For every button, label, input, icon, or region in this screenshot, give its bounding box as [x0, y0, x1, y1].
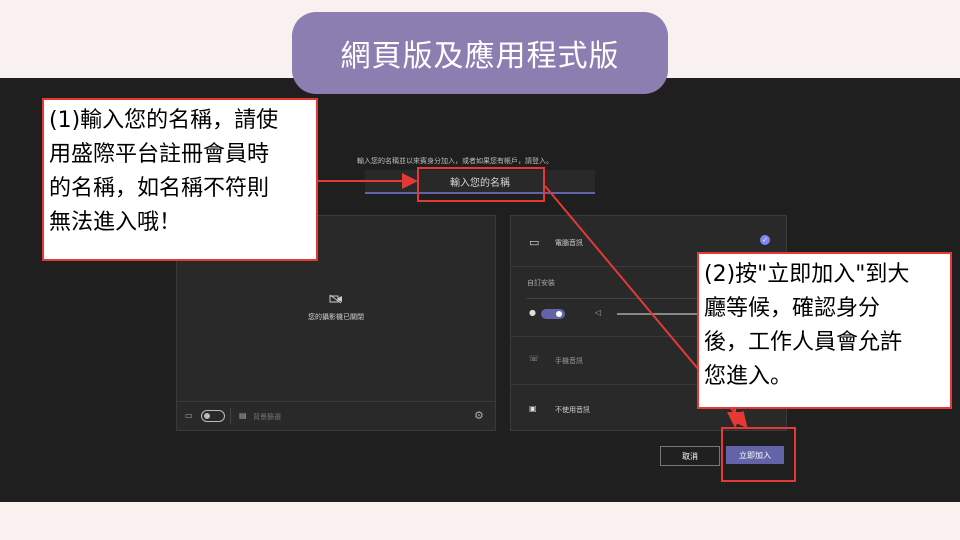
step2-line-4: 您進入。 [704, 364, 793, 389]
phone-audio-option[interactable]: 手機音訊 [555, 356, 583, 366]
custom-setup-label[interactable]: 自訂安裝 [527, 278, 555, 288]
step1-line-3: 的名稱，如名稱不符則 [49, 176, 270, 201]
volume-slider[interactable] [617, 313, 697, 315]
mic-toggle[interactable] [541, 309, 565, 319]
computer-audio-option[interactable]: 電腦音訊 [555, 238, 583, 248]
step2-line-2: 廳等候，確認身分 [704, 296, 881, 321]
page-title: 網頁版及應用程式版 [292, 12, 668, 94]
camera-off-icon [329, 294, 342, 304]
step1-line-2: 用盛際平台註冊會員時 [49, 142, 270, 167]
background-icon: ▤ [239, 411, 247, 420]
step1-line-4: 無法進入哦！ [49, 210, 182, 235]
computer-audio-icon: ▭ [529, 236, 540, 249]
name-input-highlight [417, 167, 545, 202]
join-button-highlight [721, 427, 796, 482]
speaker-icon: ◁ [595, 308, 602, 317]
camera-toggle[interactable] [201, 410, 225, 422]
video-controls-bar: ▭ ▤ 背景篩選 ⚙ [177, 401, 495, 430]
selected-check-icon: ✓ [760, 235, 770, 245]
settings-gear-icon[interactable]: ⚙ [474, 409, 484, 422]
no-audio-option[interactable]: 不使用音訊 [555, 405, 590, 415]
phone-icon: ☏ [529, 354, 540, 363]
no-audio-icon: ▣ [529, 404, 537, 413]
video-camera-icon: ▭ [185, 411, 193, 420]
step1-callout: (1)輸入您的名稱，請使 用盛際平台註冊會員時 的名稱，如名稱不符則 無法進入哦… [42, 98, 318, 261]
step2-callout: (2)按"立即加入"到大 廳等候，確認身分 後，工作人員會允許 您進入。 [697, 252, 952, 409]
microphone-icon: ● [529, 308, 536, 317]
background-filters-button[interactable]: 背景篩選 [253, 412, 281, 422]
camera-off-label: 您的攝影機已關閉 [308, 313, 364, 321]
step2-line-3: 後，工作人員會允許 [704, 330, 903, 355]
cancel-button[interactable]: 取消 [660, 446, 720, 466]
step2-line-1: (2)按"立即加入"到大 [704, 262, 910, 287]
join-prompt-text: 輸入您的名稱並以來賓身分加入，或者如果您有帳戶，請登入。 [357, 157, 553, 165]
step1-line-1: (1)輸入您的名稱，請使 [49, 108, 279, 133]
